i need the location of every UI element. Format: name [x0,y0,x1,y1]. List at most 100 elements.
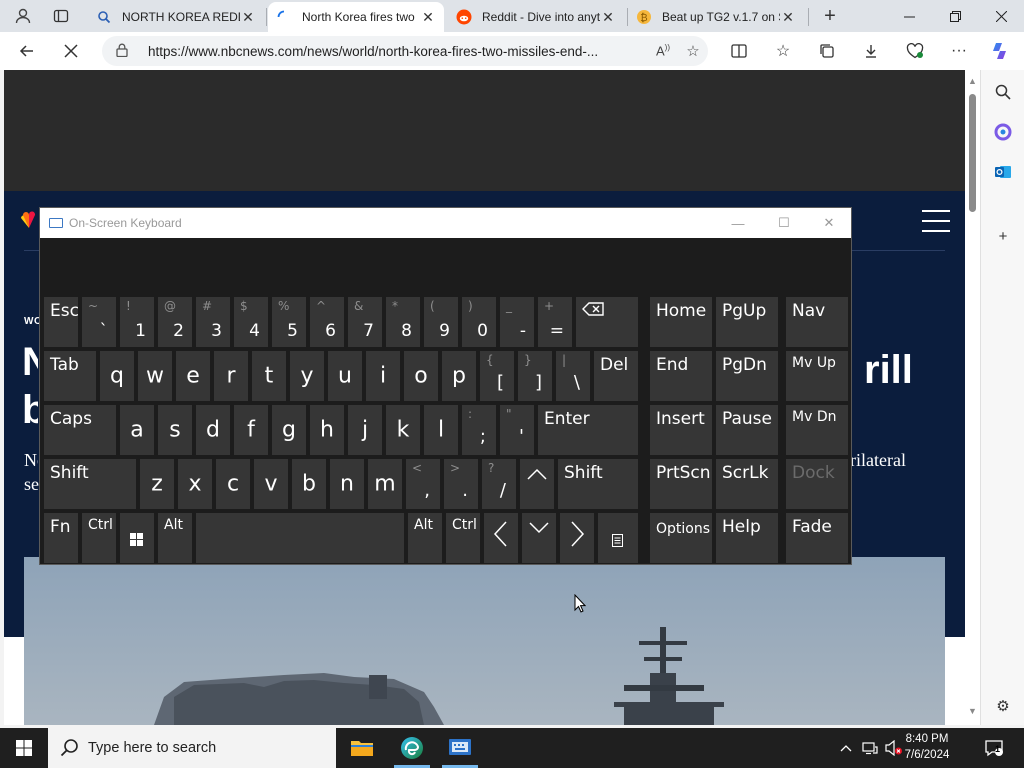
key-alt-right[interactable]: Alt [408,513,442,563]
key-quote[interactable]: " ' [500,405,534,455]
key-a[interactable]: a [120,405,154,455]
tab-north-korea-reddit[interactable]: NORTH KOREA REDDIT ✕ [88,2,264,32]
key-esc[interactable]: Esc [44,297,79,347]
key-pause[interactable]: Pause [716,405,778,455]
tab-reddit[interactable]: Reddit - Dive into anything ✕ [448,2,624,32]
notification-center-icon[interactable]: 1 [980,728,1008,768]
key-right-arrow[interactable] [560,513,594,563]
key-home[interactable]: Home [650,297,712,347]
favorite-star-icon[interactable]: ☆ [678,42,708,60]
key-e[interactable]: e [176,351,210,401]
new-tab-icon[interactable]: + [818,4,842,28]
key-ctrl-left[interactable]: Ctrl [82,513,116,563]
key-del[interactable]: Del [594,351,638,401]
restore-icon[interactable] [932,0,978,32]
key-h[interactable]: h [310,405,344,455]
key-j[interactable]: j [348,405,382,455]
key-alt-left[interactable]: Alt [158,513,192,563]
key-backspace[interactable] [576,297,638,347]
key-n[interactable]: n [330,459,364,509]
search-icon[interactable] [989,78,1017,106]
profile-icon[interactable] [6,4,40,28]
close-tab-icon[interactable]: ✕ [420,9,436,26]
key-windows[interactable] [120,513,154,563]
key-m[interactable]: m [368,459,402,509]
key-pgup[interactable]: PgUp [716,297,778,347]
taskbar-clock[interactable]: 8:40 PM 7/6/2024 [902,731,952,763]
show-hidden-icons-icon[interactable] [836,728,856,768]
key-down-arrow[interactable] [522,513,556,563]
key-options[interactable]: Options [650,513,712,563]
key-t[interactable]: t [252,351,286,401]
key-9[interactable]: (9 [424,297,458,347]
copilot-icon[interactable] [986,37,1016,65]
key-prtscn[interactable]: PrtScn [650,459,712,509]
scroll-up-icon[interactable]: ▲ [967,76,978,90]
outlook-icon[interactable] [989,158,1017,186]
key-c[interactable]: c [216,459,250,509]
url-text[interactable]: https://www.nbcnews.com/news/world/north… [148,44,648,59]
more-menu-icon[interactable]: ··· [944,37,974,65]
key-space[interactable] [196,513,404,563]
key-1[interactable]: ! 1 [120,297,154,347]
key-minus[interactable]: _ - [500,297,534,347]
key-slash[interactable]: ? / [482,459,516,509]
key-i[interactable]: i [366,351,400,401]
key-backtick[interactable]: ~ ` [82,297,116,347]
key-5[interactable]: % 5 [272,297,306,347]
section-label[interactable]: WOR [24,316,40,327]
key-x[interactable]: x [178,459,212,509]
on-screen-keyboard-taskbar-icon[interactable] [436,728,484,768]
favorites-icon[interactable]: ☆ [768,37,798,65]
key-end[interactable]: End [650,351,712,401]
key-l[interactable]: l [424,405,458,455]
key-o[interactable]: o [404,351,438,401]
key-mv-up[interactable]: Mv Up [786,351,848,401]
address-bar[interactable]: https://www.nbcnews.com/news/world/north… [102,36,708,66]
key-fade[interactable]: Fade [786,513,848,563]
key-8[interactable]: * 8 [386,297,420,347]
close-window-icon[interactable] [978,0,1024,32]
nbc-peacock-logo[interactable] [18,210,40,232]
edge-browser-icon[interactable] [388,728,436,768]
key-equals[interactable]: + = [538,297,572,347]
key-tab[interactable]: Tab [44,351,96,401]
key-dock[interactable]: Dock [786,459,848,509]
start-button[interactable] [0,728,48,768]
collections-icon[interactable] [812,37,842,65]
key-f[interactable]: f [234,405,268,455]
downloads-icon[interactable] [856,37,886,65]
page-scrollbar[interactable]: ▲ ▼ [965,70,980,725]
key-0[interactable]: ) 0 [462,297,496,347]
key-d[interactable]: d [196,405,230,455]
key-7[interactable]: & 7 [348,297,382,347]
key-shift-right[interactable]: Shift [558,459,638,509]
key-left-arrow[interactable] [484,513,518,563]
key-left-bracket[interactable]: {[ [480,351,514,401]
close-tab-icon[interactable]: ✕ [600,9,616,26]
close-tab-icon[interactable]: ✕ [780,9,796,26]
key-2[interactable]: @2 [158,297,192,347]
taskbar-search-box[interactable]: Type here to search [48,728,336,768]
key-k[interactable]: k [386,405,420,455]
key-y[interactable]: y [290,351,324,401]
key-scrlk[interactable]: ScrLk [716,459,778,509]
key-b[interactable]: b [292,459,326,509]
stop-loading-icon[interactable] [56,37,86,65]
hamburger-menu-icon[interactable] [922,210,950,232]
lock-icon[interactable] [116,43,136,60]
key-enter[interactable]: Enter [538,405,638,455]
key-fn[interactable]: Fn [44,513,78,563]
network-icon[interactable] [860,728,880,768]
scroll-down-icon[interactable]: ▼ [967,706,978,720]
key-caps[interactable]: Caps [44,405,116,455]
tab-north-korea-fires[interactable]: North Korea fires two ✕ [268,2,444,32]
read-aloud-icon[interactable]: A)) [648,43,678,58]
key-4[interactable]: $4 [234,297,268,347]
scrollbar-thumb[interactable] [969,94,976,212]
key-right-bracket[interactable]: }] [518,351,552,401]
browser-essentials-icon[interactable] [900,37,930,65]
key-mv-dn[interactable]: Mv Dn [786,405,848,455]
minimize-icon[interactable] [886,0,932,32]
key-nav[interactable]: Nav [786,297,848,347]
